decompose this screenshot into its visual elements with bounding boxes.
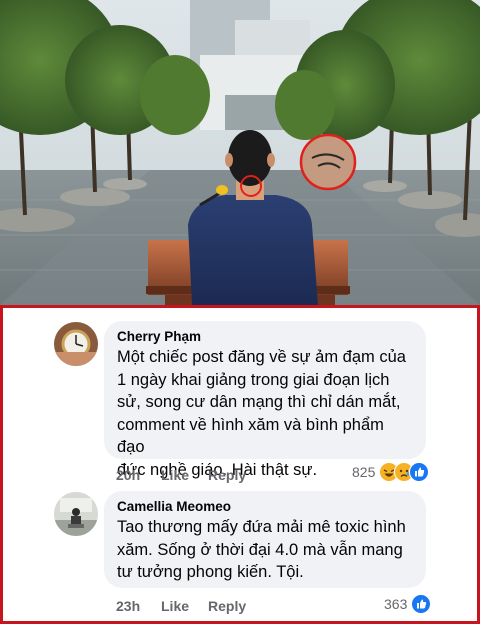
reply-button[interactable]: Reply — [208, 467, 246, 483]
like-button[interactable]: Like — [161, 598, 189, 614]
like-button[interactable]: Like — [161, 467, 189, 483]
comment-time[interactable]: 23h — [116, 598, 140, 614]
reaction-summary[interactable]: 363 — [384, 594, 432, 614]
avatar[interactable] — [54, 492, 98, 536]
post-photo — [0, 0, 480, 305]
like-icon — [409, 462, 430, 482]
reaction-count: 363 — [384, 596, 408, 612]
reaction-summary[interactable]: 825 — [352, 462, 430, 482]
comment-actions: 23h Like Reply — [116, 598, 316, 618]
like-icon — [411, 594, 432, 614]
comment-bubble: Cherry Phạm Một chiếc post đăng về sự ảm… — [104, 321, 426, 479]
comment-time[interactable]: 20h — [116, 467, 140, 483]
reply-button[interactable]: Reply — [208, 598, 246, 614]
comment-text: Tao thương mấy đứa mải mê toxic hình xăm… — [117, 518, 406, 581]
comments-panel: Cherry Phạm Một chiếc post đăng về sự ảm… — [0, 305, 480, 624]
comment-author[interactable]: Camellia Meomeo — [117, 497, 413, 516]
comment-author[interactable]: Cherry Phạm — [117, 327, 413, 346]
comment-actions: 20h Like Reply — [116, 467, 316, 487]
reaction-count: 825 — [352, 464, 376, 480]
comment-bubble: Camellia Meomeo Tao thương mấy đứa mải m… — [104, 491, 426, 588]
avatar[interactable] — [54, 322, 98, 366]
comment-text: Một chiếc post đăng về sự ảm đạm của 1 n… — [117, 348, 406, 479]
